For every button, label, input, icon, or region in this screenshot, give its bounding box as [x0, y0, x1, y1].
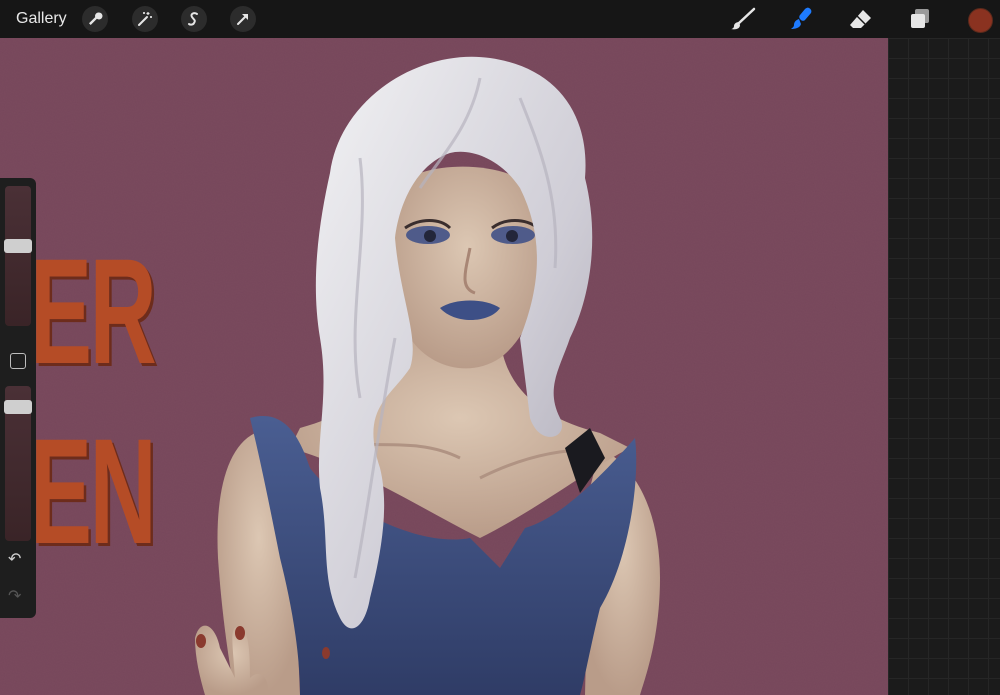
opacity-thumb[interactable] — [4, 400, 32, 414]
actions-button[interactable] — [82, 6, 108, 32]
eraser-tool-button[interactable] — [847, 6, 875, 32]
offcanvas-area — [888, 38, 1000, 695]
undo-icon[interactable]: ↶ — [8, 549, 21, 568]
sidebar: ↶ ↷ — [0, 178, 36, 618]
wrench-icon — [89, 12, 103, 25]
transform-arrow-icon — [237, 14, 248, 25]
layers-button[interactable] — [906, 6, 934, 32]
smudge-tool-button[interactable] — [788, 6, 816, 32]
eraser-icon — [850, 10, 871, 28]
transform-button[interactable] — [230, 6, 256, 32]
brush-icon — [731, 7, 756, 30]
selection-icon — [188, 12, 198, 26]
brush-size-slider[interactable] — [4, 186, 32, 326]
gallery-button[interactable]: Gallery — [16, 10, 67, 28]
brush-size-thumb[interactable] — [4, 239, 32, 253]
top-toolbar: Gallery — [0, 0, 1000, 38]
layers-icon — [911, 9, 929, 28]
smudge-icon — [791, 7, 812, 29]
redo-icon[interactable]: ↷ — [8, 586, 21, 605]
selection-button[interactable] — [181, 6, 207, 32]
magic-wand-icon — [138, 12, 152, 26]
drawing-canvas[interactable]: ER EN — [0, 38, 888, 695]
poster-text-line-2: EN — [30, 407, 157, 575]
color-swatch[interactable] — [968, 8, 993, 33]
opacity-slider[interactable] — [4, 386, 32, 541]
adjustments-button[interactable] — [132, 6, 158, 32]
poster-text-line-1: ER — [30, 227, 157, 395]
brush-tool-button[interactable] — [729, 6, 757, 32]
modify-button[interactable] — [10, 353, 26, 369]
